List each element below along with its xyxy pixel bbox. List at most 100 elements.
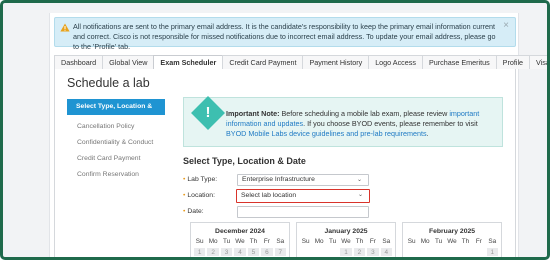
- calendar-day: 5: [246, 247, 261, 257]
- calendar-grid: SuMoTuWeThFrSa12345678: [403, 237, 501, 257]
- location-select[interactable]: Select lab location ⌄: [236, 189, 370, 203]
- main-content: Schedule a lab Select Type, Location & D…: [54, 69, 516, 257]
- tab-global-view[interactable]: Global View: [102, 55, 155, 69]
- lab-type-label: • Lab Type:: [183, 176, 217, 183]
- step-list: Select Type, Location & Date Cancellation…: [67, 99, 165, 183]
- calendar-grid: SuMoTuWeThFrSa1234567891011: [297, 237, 395, 257]
- lab-type-row: • Lab Type: Enterprise Infrastructure ⌄: [183, 174, 383, 186]
- calendar-empty-cell: [459, 247, 472, 257]
- calendar-month: February 2025SuMoTuWeThFrSa12345678: [402, 222, 502, 257]
- date-row: • Date:: [183, 206, 383, 218]
- required-bullet: •: [183, 208, 186, 215]
- weekday-header: Fr: [263, 238, 270, 245]
- calendar-day: 4: [379, 247, 393, 257]
- tab-purchase-emeritus[interactable]: Purchase Emeritus: [421, 55, 497, 69]
- note-text-3: .: [426, 129, 429, 138]
- step-credit-card-payment: Credit Card Payment: [77, 155, 141, 162]
- close-icon[interactable]: ×: [503, 21, 509, 31]
- window-frame: All notifications are sent to the primar…: [0, 0, 550, 260]
- important-note: ! Important Note: Before scheduling a mo…: [183, 96, 503, 147]
- calendar-empty-cell: [326, 247, 339, 257]
- step-confidentiality-conduct: Confidentiality & Conduct: [77, 139, 154, 146]
- weekday-header: We: [341, 238, 351, 245]
- note-text: Important Note: Before scheduling a mobi…: [226, 109, 496, 139]
- page-title: Schedule a lab: [67, 76, 150, 90]
- calendar-empty-cell: [405, 247, 418, 257]
- calendar-empty-cell: [432, 247, 445, 257]
- tab-payment-history[interactable]: Payment History: [302, 55, 370, 69]
- tab-bar: Dashboard Global View Exam Scheduler Credit…: [54, 55, 547, 70]
- location-row: • Location: Select lab location ⌄: [183, 189, 383, 203]
- tab-logo-access[interactable]: Logo Access: [368, 55, 423, 69]
- exclamation-icon: !: [205, 104, 211, 121]
- required-bullet: •: [183, 176, 186, 183]
- note-text-1: Before scheduling a mobile lab exam, ple…: [279, 109, 450, 118]
- calendar-day: 1: [339, 247, 353, 257]
- weekday-header: We: [447, 238, 457, 245]
- tab-dashboard[interactable]: Dashboard: [54, 55, 104, 69]
- calendar-empty-cell: [312, 247, 325, 257]
- step-cancellation-policy: Cancellation Policy: [77, 123, 135, 130]
- form-section-title: Select Type, Location & Date: [183, 156, 306, 166]
- calendar-month: December 2024SuMoTuWeThFrSa1234567891011…: [190, 222, 290, 257]
- lab-type-select[interactable]: Enterprise Infrastructure ⌄: [237, 174, 369, 186]
- weekday-header: Th: [249, 238, 258, 245]
- calendar-title: February 2025: [428, 228, 476, 235]
- calendar-month: January 2025SuMoTuWeThFrSa1234567891011: [296, 222, 396, 257]
- notification-alert: All notifications are sent to the primar…: [54, 17, 516, 51]
- calendar-grid: SuMoTuWeThFrSa1234567891011121314: [191, 237, 289, 257]
- calendar-title: January 2025: [324, 228, 368, 235]
- step-select-type-location-date[interactable]: Select Type, Location & Date: [67, 99, 165, 126]
- weekday-header: Fr: [475, 238, 482, 245]
- calendar-empty-cell: [299, 247, 312, 257]
- lab-type-value: Enterprise Infrastructure: [242, 176, 315, 183]
- weekday-header: Sa: [382, 238, 391, 245]
- location-label: • Location:: [183, 192, 215, 199]
- calendar-day: 4: [233, 247, 247, 257]
- location-value: Select lab location: [241, 192, 297, 199]
- lab-type-label-text: Lab Type:: [187, 176, 218, 183]
- weekday-header: We: [235, 238, 245, 245]
- weekday-header: Mo: [420, 238, 430, 245]
- weekday-header: Sa: [488, 238, 497, 245]
- weekday-header: Mo: [314, 238, 324, 245]
- date-input[interactable]: [237, 206, 369, 218]
- byod-guidelines-link[interactable]: BYOD Mobile Labs device guidelines and p…: [226, 129, 427, 138]
- weekday-header: Sa: [276, 238, 285, 245]
- weekday-header: Fr: [369, 238, 376, 245]
- calendar-day: 2: [352, 247, 367, 257]
- date-label-text: Date:: [187, 208, 204, 215]
- note-text-2: . If you choose BYOD events, please reme…: [303, 119, 478, 128]
- calendar-day: 2: [206, 247, 220, 257]
- calendar-day: 1: [485, 247, 499, 257]
- chevron-down-icon: ⌄: [357, 192, 363, 198]
- weekday-header: Su: [301, 238, 310, 245]
- calendar-empty-cell: [418, 247, 431, 257]
- calendar-empty-cell: [472, 247, 485, 257]
- tab-profile[interactable]: Profile: [495, 55, 531, 69]
- weekday-header: Tu: [328, 238, 337, 245]
- calendar-title: December 2024: [215, 228, 265, 235]
- calendar-day: 3: [219, 247, 234, 257]
- tab-visa-invite[interactable]: Visa Invite: [529, 55, 547, 69]
- weekday-header: Tu: [434, 238, 443, 245]
- weekday-header: Th: [461, 238, 470, 245]
- page: All notifications are sent to the primar…: [49, 13, 547, 257]
- chevron-down-icon: ⌄: [356, 177, 362, 183]
- location-label-text: Location:: [187, 192, 215, 199]
- calendar-day: 6: [260, 247, 274, 257]
- calendar-day: 3: [366, 247, 380, 257]
- tab-exam-scheduler[interactable]: Exam Scheduler: [153, 55, 224, 70]
- alert-text: All notifications are sent to the primar…: [73, 22, 496, 51]
- weekday-header: Mo: [208, 238, 218, 245]
- weekday-header: Su: [195, 238, 204, 245]
- tab-credit-card-payment[interactable]: Credit Card Payment: [222, 55, 304, 69]
- weekday-header: Su: [407, 238, 416, 245]
- step-confirm-reservation: Confirm Reservation: [77, 171, 139, 178]
- warning-icon: [60, 23, 70, 32]
- weekday-header: Th: [355, 238, 364, 245]
- calendar-day: 1: [193, 247, 207, 257]
- required-bullet: •: [183, 192, 186, 199]
- note-bold-label: Important Note:: [226, 109, 280, 118]
- calendar-day: 7: [273, 247, 287, 257]
